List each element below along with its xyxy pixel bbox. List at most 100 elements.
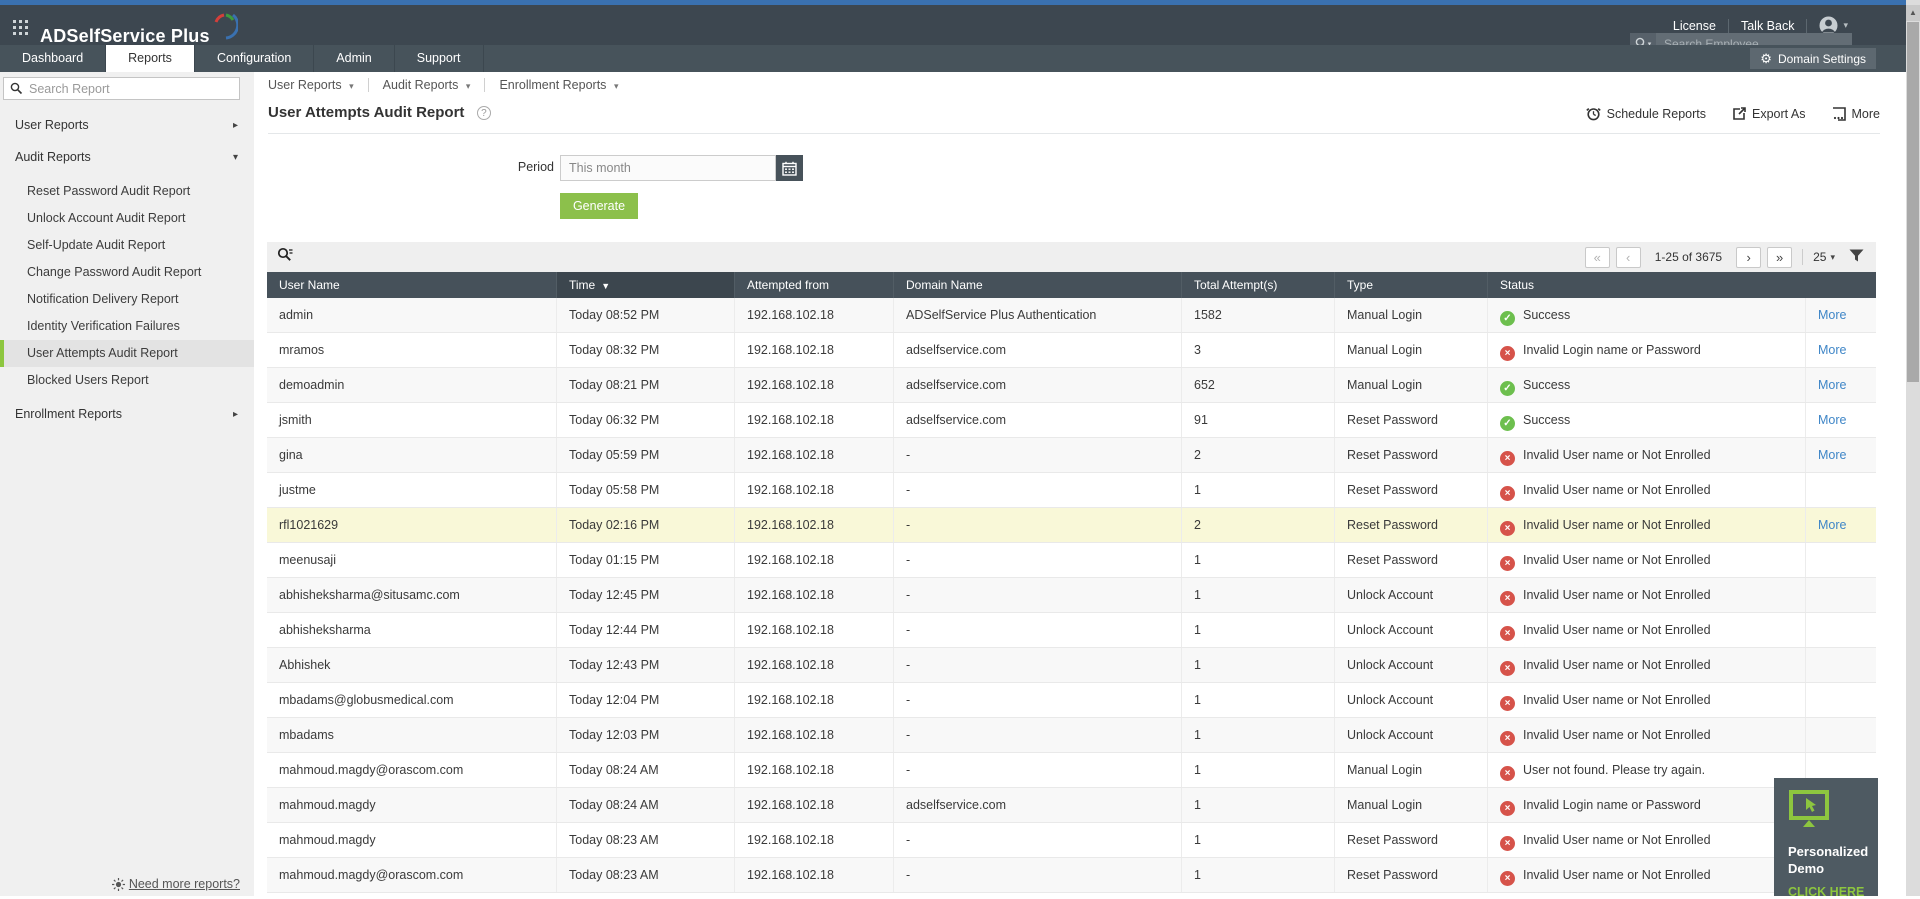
column-search-icon[interactable] xyxy=(277,247,293,267)
cell-domain: - xyxy=(894,858,1182,892)
cell-user: mbadams xyxy=(267,718,557,752)
cell-from: 192.168.102.18 xyxy=(735,368,894,402)
tab-reports[interactable]: Reports xyxy=(106,45,195,72)
cell-from: 192.168.102.18 xyxy=(735,683,894,717)
more-link[interactable]: More xyxy=(1818,378,1846,392)
domain-settings-button[interactable]: ⚙ Domain Settings xyxy=(1750,48,1876,69)
column-header-status[interactable]: Status xyxy=(1488,272,1806,298)
cell-type: Manual Login xyxy=(1335,753,1488,787)
need-more-reports-link[interactable]: Need more reports? xyxy=(129,877,240,891)
cell-time: Today 06:32 PM xyxy=(557,403,735,437)
cell-status: ✓ Success xyxy=(1488,403,1806,437)
column-header-user-name[interactable]: User Name xyxy=(267,272,557,298)
filter-icon[interactable] xyxy=(1849,249,1864,265)
generate-button[interactable]: Generate xyxy=(560,193,638,219)
status-text: Invalid User name or Not Enrolled xyxy=(1523,483,1711,497)
search-icon xyxy=(10,82,23,95)
app-grid-icon[interactable] xyxy=(13,20,28,40)
cell-user: mahmoud.magdy xyxy=(267,823,557,857)
more-link[interactable]: More xyxy=(1818,518,1846,532)
status-text: Invalid Login name or Password xyxy=(1523,343,1701,357)
sidebar-item-self-update-audit-report[interactable]: Self-Update Audit Report xyxy=(0,232,254,259)
pagination: « ‹ 1-25 of 3675 › » 25 ▾ xyxy=(1584,242,1870,272)
column-header-total-attempts[interactable]: Total Attempt(s) xyxy=(1182,272,1335,298)
cell-status: × Invalid User name or Not Enrolled xyxy=(1488,613,1806,647)
sidebar-item-change-password-audit-report[interactable]: Change Password Audit Report xyxy=(0,259,254,286)
talkback-link[interactable]: Talk Back xyxy=(1741,19,1795,33)
cell-attempts: 1 xyxy=(1182,648,1335,682)
status-text: Success xyxy=(1523,413,1571,427)
more-actions-button[interactable]: More xyxy=(1832,106,1880,121)
more-link[interactable]: More xyxy=(1818,448,1846,462)
calendar-button[interactable] xyxy=(776,155,803,181)
tab-support[interactable]: Support xyxy=(395,45,484,72)
sidebar-item-notification-delivery-report[interactable]: Notification Delivery Report xyxy=(0,286,254,313)
sidebar-item-identity-verification-failures[interactable]: Identity Verification Failures xyxy=(0,313,254,340)
cell-type: Reset Password xyxy=(1335,543,1488,577)
tab-admin[interactable]: Admin xyxy=(314,45,395,72)
cell-status: × Invalid User name or Not Enrolled xyxy=(1488,718,1806,752)
cell-more xyxy=(1806,718,1876,752)
personalized-demo-widget[interactable]: Personalized Demo CLICK HERE xyxy=(1774,778,1878,899)
status-text: Invalid User name or Not Enrolled xyxy=(1523,833,1711,847)
license-link[interactable]: License xyxy=(1673,19,1716,33)
tab-configuration[interactable]: Configuration xyxy=(195,45,315,72)
sidebar-item-user-attempts-audit-report[interactable]: User Attempts Audit Report xyxy=(0,340,254,367)
next-page-button[interactable]: › xyxy=(1736,246,1762,268)
export-as-button[interactable]: Export As xyxy=(1732,106,1806,121)
first-page-button[interactable]: « xyxy=(1584,246,1610,268)
sidebar-item-reset-password-audit-report[interactable]: Reset Password Audit Report xyxy=(0,178,254,205)
status-text: Success xyxy=(1523,378,1571,392)
schedule-reports-button[interactable]: Schedule Reports xyxy=(1585,106,1706,121)
help-icon[interactable]: ? xyxy=(476,106,491,120)
sidebar-item-unlock-account-audit-report[interactable]: Unlock Account Audit Report xyxy=(0,205,254,232)
cell-status: × Invalid User name or Not Enrolled xyxy=(1488,438,1806,472)
sidebar-section-user-reports[interactable]: User Reports ▸ xyxy=(0,112,254,139)
error-icon: × xyxy=(1500,556,1515,571)
cell-domain: - xyxy=(894,438,1182,472)
menu-user-reports[interactable]: User Reports ▾ xyxy=(268,78,368,92)
cell-time: Today 08:52 PM xyxy=(557,298,735,332)
last-page-button[interactable]: » xyxy=(1767,246,1793,268)
cell-domain: - xyxy=(894,578,1182,612)
table-row: jsmith Today 06:32 PM 192.168.102.18 adself… xyxy=(267,403,1876,438)
period-input[interactable]: This month xyxy=(560,155,776,181)
cell-type: Unlock Account xyxy=(1335,683,1488,717)
reports-sidebar: Search Report User Reports ▸ Audit Repor… xyxy=(0,72,254,896)
column-header-type[interactable]: Type xyxy=(1335,272,1488,298)
cell-time: Today 01:15 PM xyxy=(557,543,735,577)
chevron-right-icon: ▸ xyxy=(232,120,238,131)
error-icon: × xyxy=(1500,801,1515,816)
more-link[interactable]: More xyxy=(1818,308,1846,322)
cell-attempts: 91 xyxy=(1182,403,1335,437)
more-link[interactable]: More xyxy=(1818,413,1846,427)
scroll-up-button[interactable]: ▲ xyxy=(1906,5,1920,21)
demo-click-here-link[interactable]: CLICK HERE xyxy=(1788,885,1878,899)
cell-time: Today 08:23 AM xyxy=(557,858,735,892)
table-row: abhisheksharma Today 12:44 PM 192.168.102.… xyxy=(267,613,1876,648)
cell-type: Unlock Account xyxy=(1335,578,1488,612)
cell-type: Manual Login xyxy=(1335,368,1488,402)
demo-monitor-icon xyxy=(1789,790,1829,827)
sidebar-item-blocked-users-report[interactable]: Blocked Users Report xyxy=(0,367,254,394)
cell-user: abhisheksharma@situsamc.com xyxy=(267,578,557,612)
cell-time: Today 05:59 PM xyxy=(557,438,735,472)
scrollbar-thumb[interactable] xyxy=(1907,22,1919,382)
prev-page-button[interactable]: ‹ xyxy=(1615,246,1641,268)
sidebar-section-audit-reports[interactable]: Audit Reports ▾ xyxy=(0,144,254,171)
report-search-input[interactable]: Search Report xyxy=(3,77,240,100)
menu-audit-reports[interactable]: Audit Reports ▾ xyxy=(369,78,485,92)
menu-enrollment-reports[interactable]: Enrollment Reports ▾ xyxy=(485,78,632,92)
column-header-domain-name[interactable]: Domain Name xyxy=(894,272,1182,298)
page-size-dropdown[interactable]: 25 ▾ xyxy=(1813,250,1835,264)
tab-dashboard[interactable]: Dashboard xyxy=(0,45,107,72)
cell-status: × Invalid User name or Not Enrolled xyxy=(1488,543,1806,577)
column-header-attempted-from[interactable]: Attempted from xyxy=(735,272,894,298)
column-header-time[interactable]: Time ▼ xyxy=(557,272,735,298)
main-content: User Reports ▾ Audit Reports ▾ Enrollmen… xyxy=(254,72,1906,896)
more-link[interactable]: More xyxy=(1818,343,1846,357)
vertical-scrollbar[interactable]: ▲ xyxy=(1906,0,1920,896)
cell-type: Unlock Account xyxy=(1335,648,1488,682)
sidebar-section-enrollment-reports[interactable]: Enrollment Reports ▸ xyxy=(0,401,254,428)
cell-time: Today 12:44 PM xyxy=(557,613,735,647)
